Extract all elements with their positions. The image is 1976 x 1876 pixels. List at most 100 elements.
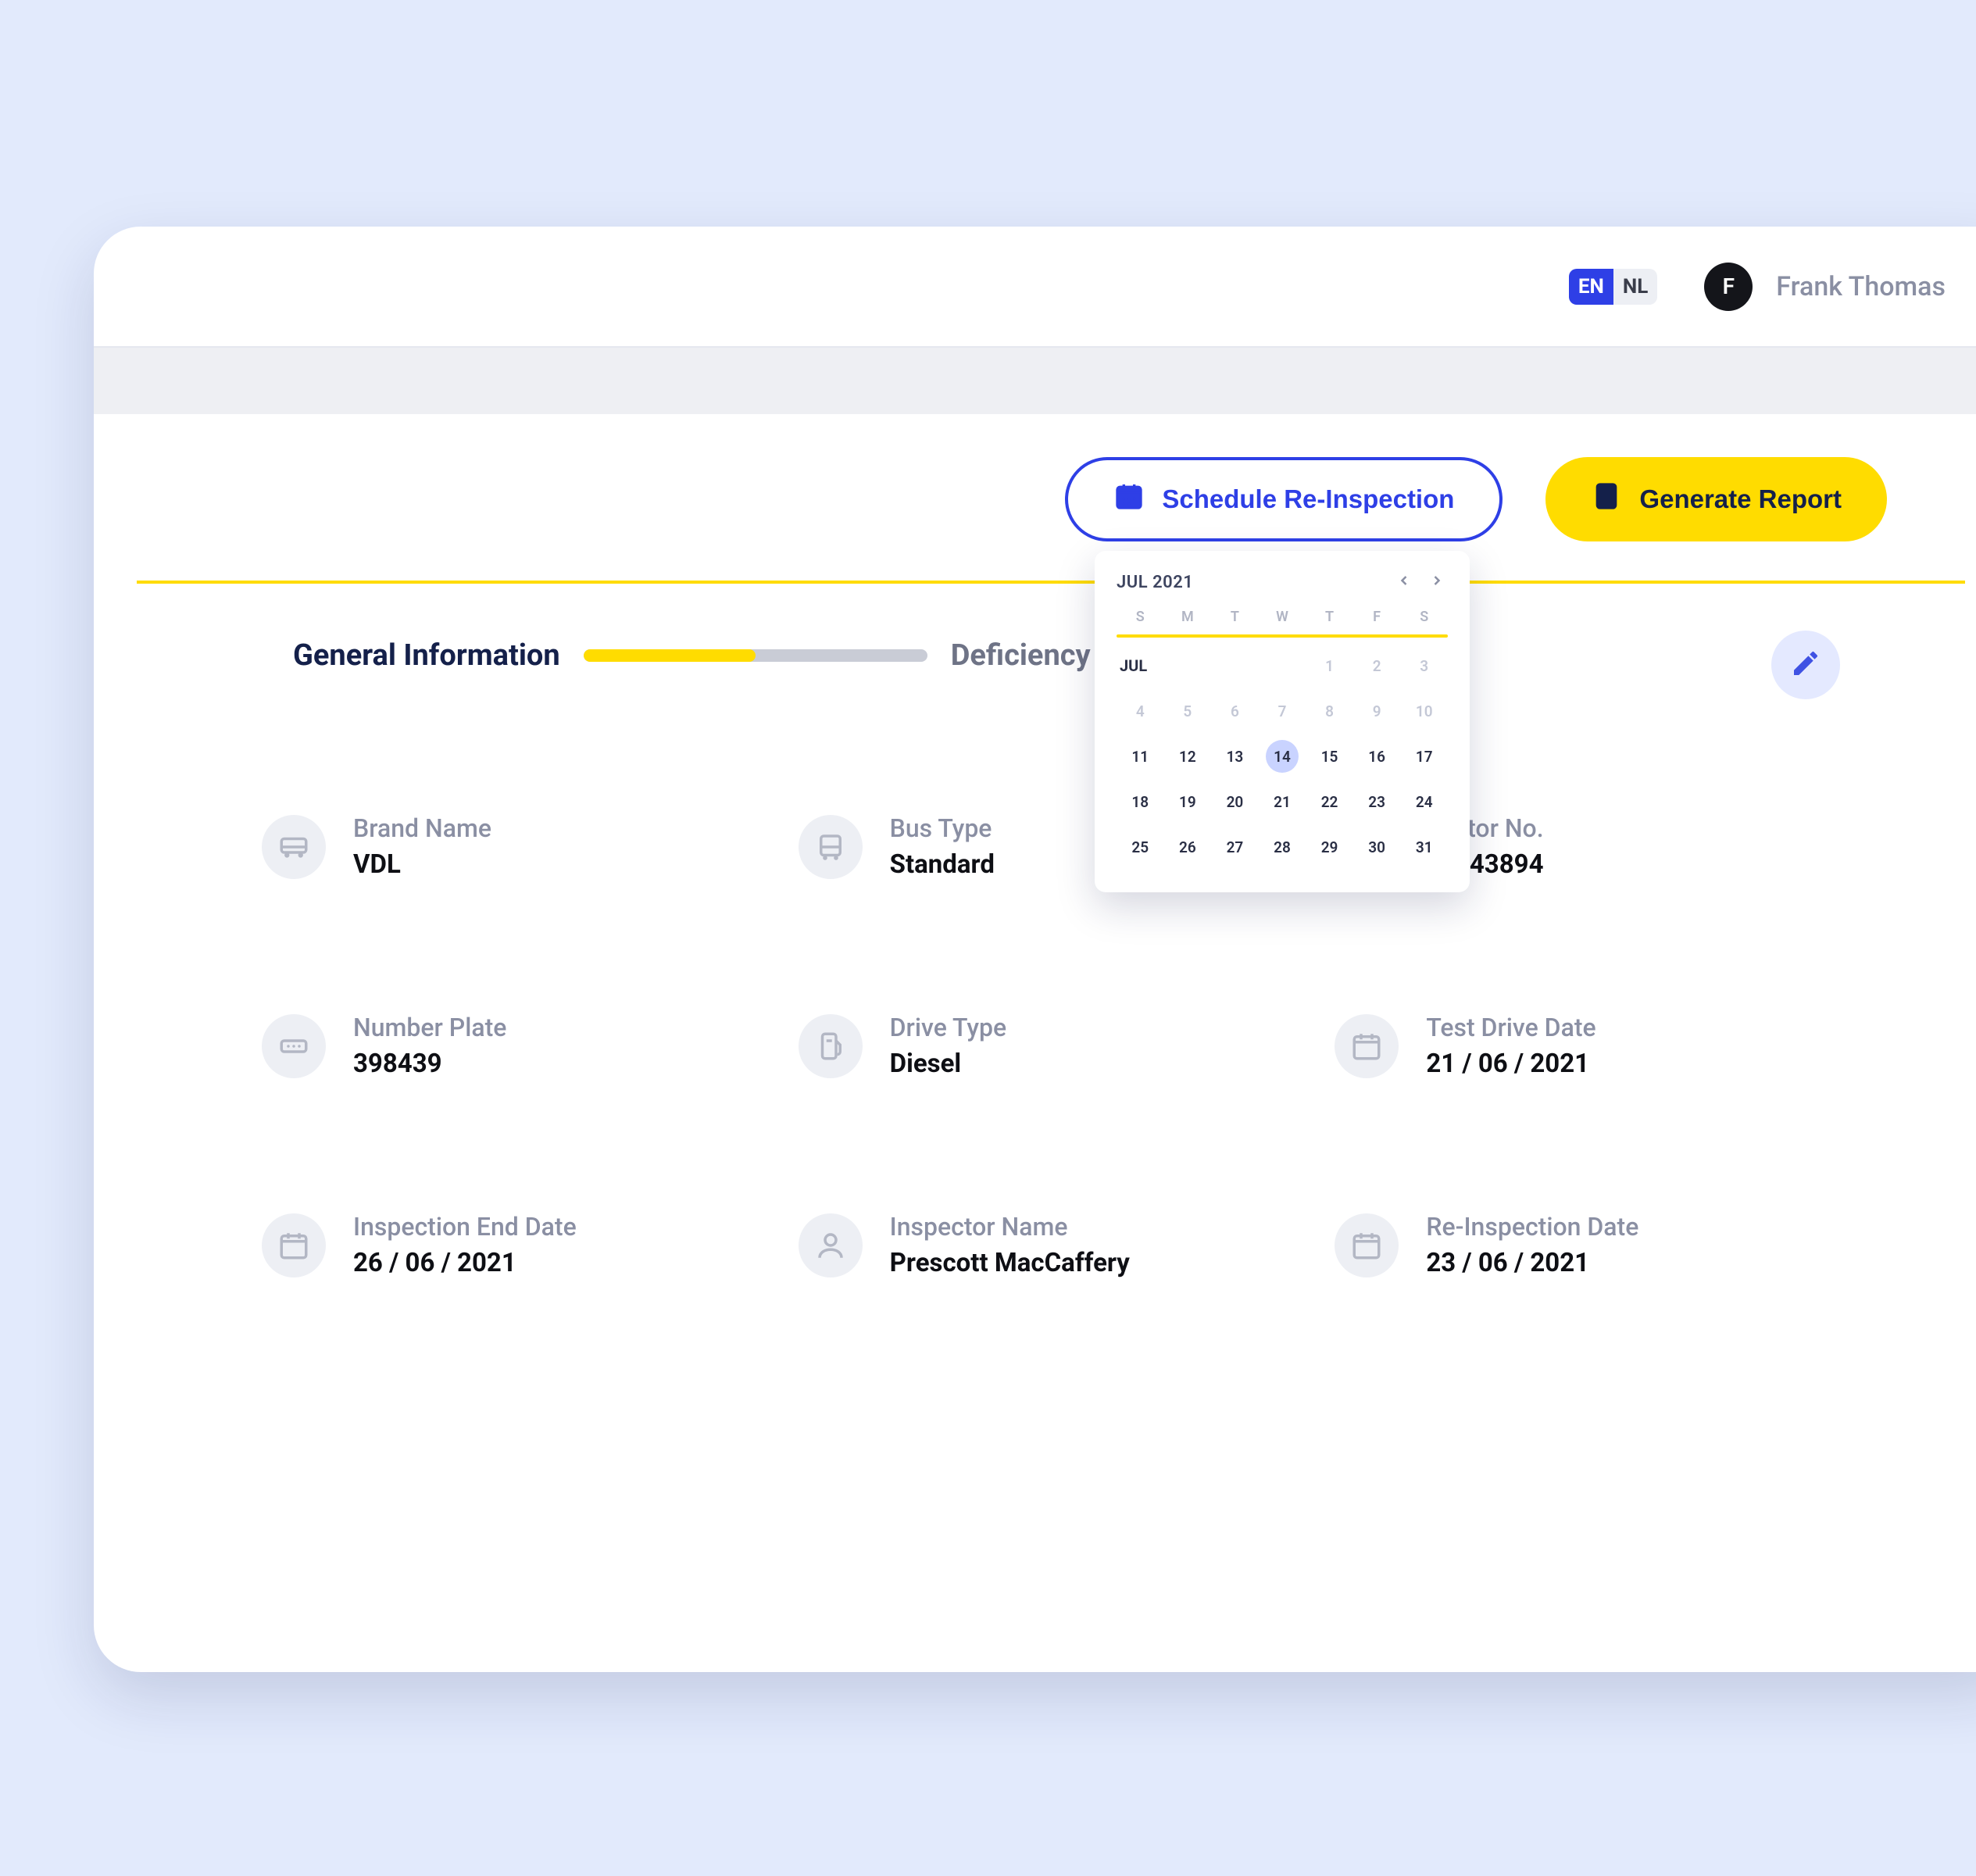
calendar-day[interactable]: 9	[1353, 691, 1401, 731]
datepicker-popover: JUL 2021 SMTWTF	[1095, 551, 1470, 892]
calendar-day[interactable]: 11	[1117, 736, 1164, 777]
report-icon	[1591, 481, 1622, 518]
value: 23 / 06 / 2021	[1426, 1248, 1638, 1278]
calendar-day[interactable]: 15	[1306, 736, 1353, 777]
calendar-grid: JUL1234567891011121314151617181920212223…	[1117, 645, 1448, 867]
pencil-icon	[1790, 648, 1821, 682]
info-number-plate: Number Plate 398439	[262, 1013, 767, 1079]
value: VDL	[353, 849, 491, 880]
content-card: Schedule Re-Inspection Generate Report G…	[137, 414, 1965, 1388]
calendar-day[interactable]: 29	[1306, 827, 1353, 867]
calendar-icon	[1335, 1014, 1399, 1078]
value: Prescott MacCaffery	[890, 1248, 1130, 1278]
label: Inspection End Date	[353, 1212, 577, 1242]
label: Drive Type	[890, 1013, 1007, 1042]
progress-fill	[584, 649, 756, 662]
calendar-empty-cell	[1211, 645, 1259, 686]
calendar-day[interactable]: 22	[1306, 781, 1353, 822]
calendar-month-label: JUL	[1117, 645, 1164, 686]
info-drive-type: Drive Type Diesel	[799, 1013, 1304, 1079]
info-reinspection-date: Re-Inspection Date 23 / 06 / 2021	[1335, 1212, 1840, 1278]
next-month-button[interactable]	[1426, 571, 1448, 593]
calendar-day[interactable]: 6	[1211, 691, 1259, 731]
calendar-dow-row: SMTWTFS	[1117, 609, 1448, 634]
schedule-reinspection-button[interactable]: Schedule Re-Inspection	[1065, 457, 1503, 541]
chevron-right-icon	[1429, 573, 1445, 591]
calendar-day[interactable]: 7	[1259, 691, 1306, 731]
progress-track	[584, 649, 927, 662]
calendar-dow-cell: F	[1353, 609, 1401, 625]
app-panel: EN NL F Frank Thomas	[94, 227, 1976, 1672]
label: Test Drive Date	[1426, 1013, 1595, 1042]
calendar-day[interactable]: 17	[1400, 736, 1448, 777]
calendar-empty-cell	[1164, 645, 1212, 686]
report-label: Generate Report	[1639, 484, 1842, 514]
generate-report-button[interactable]: Generate Report	[1545, 457, 1887, 541]
tab-deficiency[interactable]: Deficiency	[951, 638, 1091, 673]
fuel-icon	[799, 1014, 863, 1078]
tab-general-information[interactable]: General Information	[293, 638, 560, 673]
calendar-day[interactable]: 18	[1117, 781, 1164, 822]
calendar-icon	[1113, 481, 1145, 518]
info-brand-name: Brand Name VDL	[262, 813, 767, 880]
calendar-day[interactable]: 10	[1400, 691, 1448, 731]
plate-icon	[262, 1014, 326, 1078]
calendar-day[interactable]: 8	[1306, 691, 1353, 731]
calendar-day[interactable]: 1	[1306, 645, 1353, 686]
calendar-day[interactable]: 5	[1164, 691, 1212, 731]
calendar-dow-cell: S	[1117, 609, 1164, 625]
bus-icon	[262, 815, 326, 879]
chevron-left-icon	[1396, 573, 1412, 591]
calendar-day[interactable]: 13	[1211, 736, 1259, 777]
language-toggle[interactable]: EN NL	[1569, 269, 1657, 305]
prev-month-button[interactable]	[1393, 571, 1415, 593]
person-icon	[799, 1213, 863, 1277]
calendar-dow-cell: M	[1164, 609, 1212, 625]
label: Inspector Name	[890, 1212, 1130, 1242]
calendar-dow-cell: T	[1211, 609, 1259, 625]
user-name: Frank Thomas	[1776, 271, 1946, 302]
schedule-label: Schedule Re-Inspection	[1162, 484, 1454, 514]
calendar-day[interactable]: 3	[1400, 645, 1448, 686]
subheader-strip	[94, 348, 1976, 414]
calendar-day[interactable]: 27	[1211, 827, 1259, 867]
calendar-day[interactable]: 24	[1400, 781, 1448, 822]
calendar-day[interactable]: 30	[1353, 827, 1401, 867]
info-test-drive-date: Test Drive Date 21 / 06 / 2021	[1335, 1013, 1840, 1079]
section-divider	[137, 581, 1965, 584]
value: 398439	[353, 1049, 506, 1079]
calendar-dow-cell: W	[1259, 609, 1306, 625]
calendar-empty-cell	[1259, 645, 1306, 686]
value: 21 / 06 / 2021	[1426, 1049, 1595, 1079]
calendar-day[interactable]: 31	[1400, 827, 1448, 867]
calendar-day[interactable]: 20	[1211, 781, 1259, 822]
calendar-day[interactable]: 16	[1353, 736, 1401, 777]
calendar-day[interactable]: 21	[1259, 781, 1306, 822]
calendar-day[interactable]: 26	[1164, 827, 1212, 867]
lang-en[interactable]: EN	[1569, 269, 1613, 305]
calendar-day[interactable]: 4	[1117, 691, 1164, 731]
info-grid: Brand Name VDL Bus Type Standard Co	[137, 813, 1965, 1278]
calendar-day[interactable]: 19	[1164, 781, 1212, 822]
label: Re-Inspection Date	[1426, 1212, 1638, 1242]
label: Bus Type	[890, 813, 995, 843]
calendar-dow-cell: S	[1400, 609, 1448, 625]
calendar-day[interactable]: 23	[1353, 781, 1401, 822]
calendar-day[interactable]: 28	[1259, 827, 1306, 867]
user-menu[interactable]: F Frank Thomas	[1704, 263, 1946, 311]
calendar-day[interactable]: 14	[1259, 736, 1306, 777]
label: Number Plate	[353, 1013, 506, 1042]
info-inspector-name: Inspector Name Prescott MacCaffery	[799, 1212, 1304, 1278]
calendar-title: JUL 2021	[1117, 573, 1193, 592]
label: Brand Name	[353, 813, 491, 843]
lang-nl[interactable]: NL	[1613, 269, 1657, 305]
value: 26 / 06 / 2021	[353, 1248, 577, 1278]
calendar-day[interactable]: 25	[1117, 827, 1164, 867]
calendar-day[interactable]: 2	[1353, 645, 1401, 686]
calendar-day[interactable]: 12	[1164, 736, 1212, 777]
calendar-header: JUL 2021	[1117, 571, 1448, 593]
edit-button[interactable]	[1771, 631, 1840, 699]
tabs-row: General Information Deficiency	[137, 638, 1965, 673]
info-inspection-end-date: Inspection End Date 26 / 06 / 2021	[262, 1212, 767, 1278]
value: Diesel	[890, 1049, 1007, 1079]
